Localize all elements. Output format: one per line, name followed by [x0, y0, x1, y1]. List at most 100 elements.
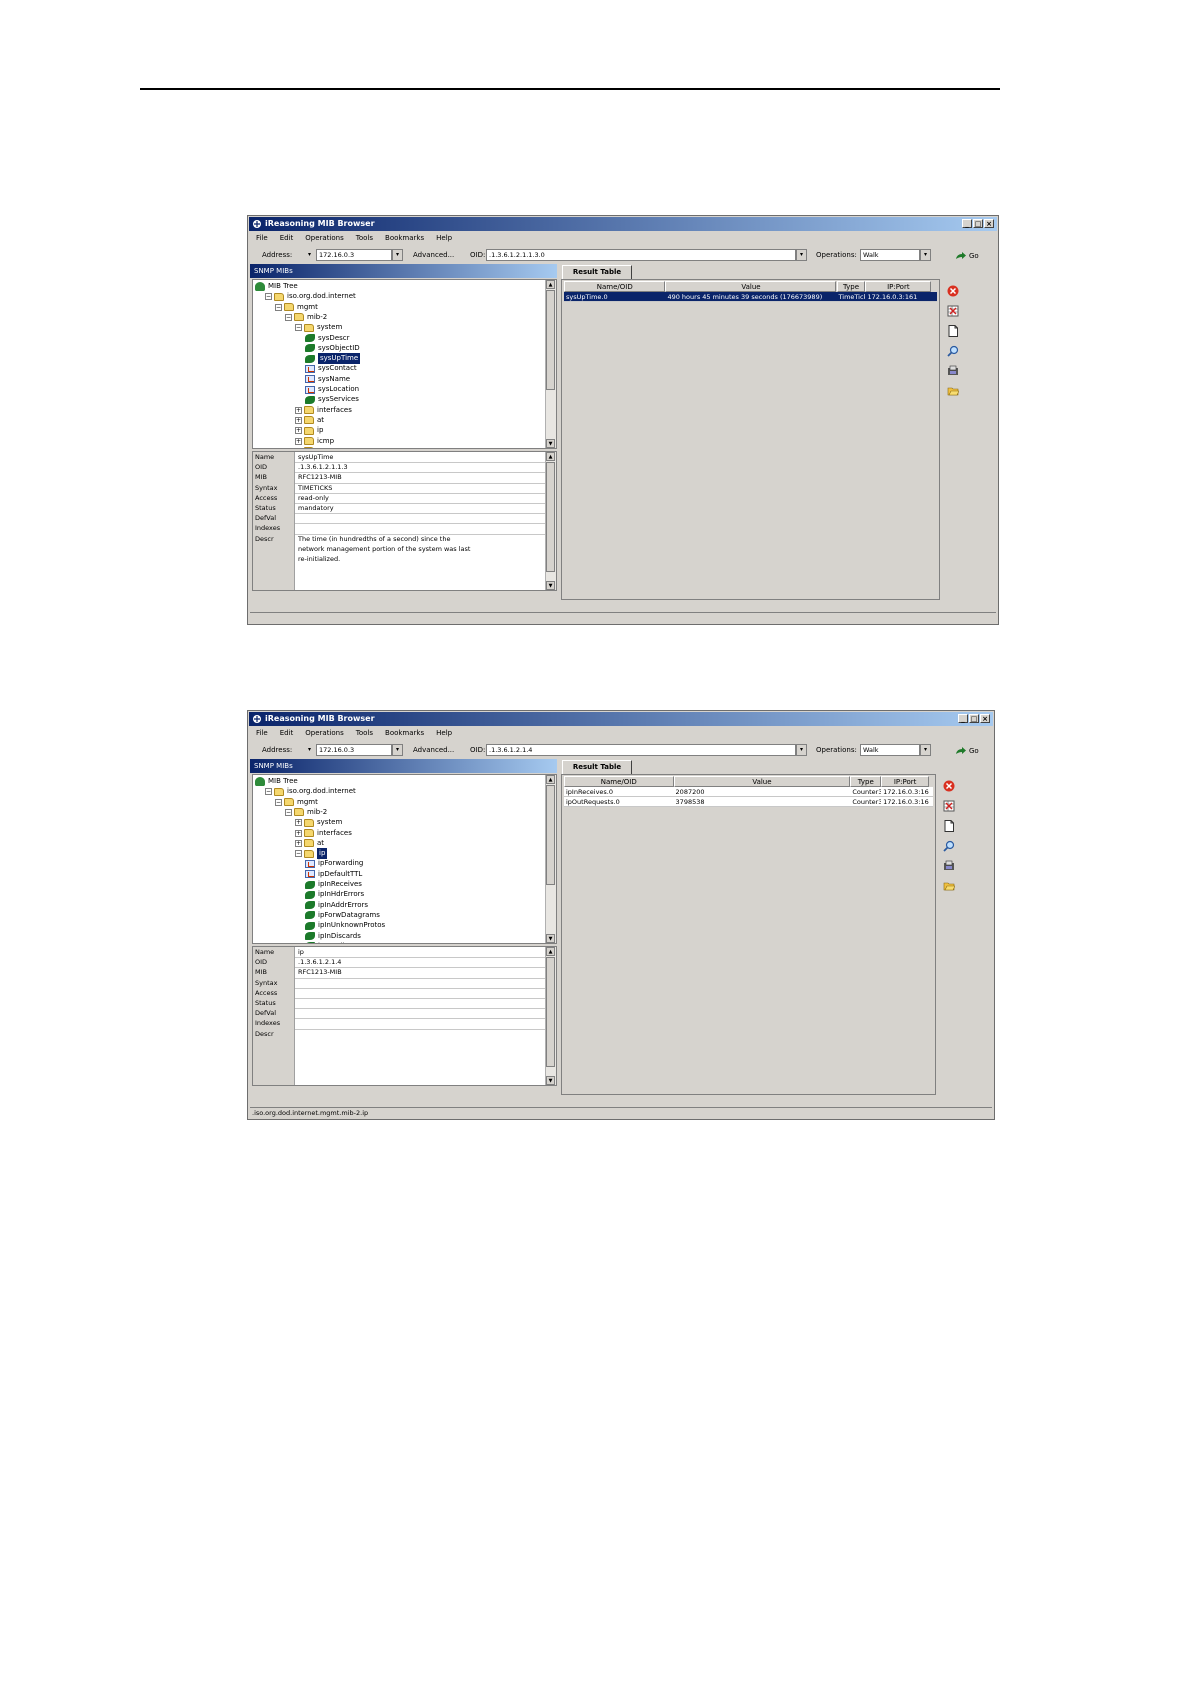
- address-input[interactable]: 172.16.0.3: [316, 249, 392, 261]
- go-button[interactable]: Go: [950, 743, 984, 758]
- menu-operations[interactable]: Operations: [305, 232, 343, 245]
- save-icon[interactable]: [943, 860, 955, 872]
- scroll-up-arrow[interactable]: ▲: [546, 452, 555, 461]
- mib-tree[interactable]: MIB Tree − iso.org.dod.internet − mgmt − mib-2…: [252, 774, 557, 944]
- collapse-icon[interactable]: −: [285, 313, 292, 321]
- advanced-button[interactable]: Advanced...: [408, 743, 459, 758]
- menu-file[interactable]: File: [256, 727, 268, 740]
- oid-dropdown-button[interactable]: ▾: [796, 249, 807, 261]
- go-button[interactable]: Go: [950, 248, 984, 263]
- open-folder-icon[interactable]: [943, 880, 955, 892]
- new-document-icon[interactable]: [947, 325, 959, 337]
- collapse-icon[interactable]: −: [295, 850, 302, 858]
- clear-table-icon[interactable]: [947, 305, 959, 317]
- operations-select[interactable]: Walk: [860, 744, 920, 756]
- menu-tools[interactable]: Tools: [356, 727, 373, 740]
- scroll-thumb[interactable]: [546, 957, 555, 1067]
- address-dropdown-button[interactable]: ▾: [392, 744, 403, 756]
- collapse-icon[interactable]: −: [265, 788, 272, 796]
- expand-icon[interactable]: +: [295, 447, 302, 448]
- address-input[interactable]: 172.16.0.3: [316, 744, 392, 756]
- save-icon[interactable]: [947, 365, 959, 377]
- menu-bookmarks[interactable]: Bookmarks: [385, 232, 424, 245]
- mib-tree[interactable]: MIB Tree − iso.org.dod.internet − mgmt − mib-2…: [252, 279, 557, 449]
- operations-select[interactable]: Walk: [860, 249, 920, 261]
- menu-edit[interactable]: Edit: [280, 727, 294, 740]
- maximize-button[interactable]: □: [969, 714, 979, 723]
- tab-result-table[interactable]: Result Table: [562, 265, 632, 279]
- property-row: Descr: [253, 1028, 546, 1085]
- menu-tools[interactable]: Tools: [356, 232, 373, 245]
- expand-icon[interactable]: +: [295, 406, 302, 414]
- menu-operations[interactable]: Operations: [305, 727, 343, 740]
- expand-icon[interactable]: +: [295, 829, 302, 837]
- collapse-icon[interactable]: −: [275, 798, 282, 806]
- expand-icon[interactable]: +: [295, 839, 302, 847]
- properties-scrollbar[interactable]: ▲ ▼: [545, 452, 556, 590]
- scroll-down-arrow[interactable]: ▼: [546, 1076, 555, 1085]
- maximize-button[interactable]: □: [973, 219, 983, 228]
- collapse-icon[interactable]: −: [295, 324, 302, 332]
- column-header-name-oid[interactable]: Name/OID: [564, 281, 666, 292]
- tree-scrollbar[interactable]: ▲ ▼: [545, 775, 556, 943]
- tree-node[interactable]: + tcp: [295, 446, 328, 448]
- column-header-value[interactable]: Value: [673, 776, 851, 787]
- address-history-arrow[interactable]: ▾: [308, 247, 311, 263]
- new-document-icon[interactable]: [943, 820, 955, 832]
- tab-result-table[interactable]: Result Table: [562, 760, 632, 774]
- operations-dropdown-button[interactable]: ▾: [920, 744, 931, 756]
- tree-scrollbar[interactable]: ▲ ▼: [545, 280, 556, 448]
- expand-icon[interactable]: +: [295, 819, 302, 827]
- scroll-thumb[interactable]: [546, 462, 555, 572]
- scroll-up-arrow[interactable]: ▲: [546, 280, 555, 289]
- menu-bookmarks[interactable]: Bookmarks: [385, 727, 424, 740]
- scroll-down-arrow[interactable]: ▼: [546, 439, 555, 448]
- close-window-button[interactable]: ×: [984, 219, 994, 228]
- column-header-type[interactable]: Type: [850, 776, 882, 787]
- find-icon[interactable]: [947, 345, 959, 357]
- expand-icon[interactable]: +: [295, 427, 302, 435]
- scroll-down-arrow[interactable]: ▼: [546, 581, 555, 590]
- collapse-icon[interactable]: −: [265, 293, 272, 301]
- collapse-icon[interactable]: −: [275, 303, 282, 311]
- column-header-name-oid[interactable]: Name/OID: [564, 776, 674, 787]
- row-type: TimeTicks: [838, 293, 866, 301]
- scroll-up-arrow[interactable]: ▲: [546, 775, 555, 784]
- oid-dropdown-button[interactable]: ▾: [796, 744, 807, 756]
- properties-scrollbar[interactable]: ▲ ▼: [545, 947, 556, 1085]
- column-header-type[interactable]: Type: [836, 281, 866, 292]
- stop-icon[interactable]: [947, 285, 959, 297]
- oid-input[interactable]: .1.3.6.1.2.1.4: [486, 744, 796, 756]
- scroll-down-arrow[interactable]: ▼: [546, 934, 555, 943]
- expand-icon[interactable]: +: [295, 416, 302, 424]
- collapse-icon[interactable]: −: [285, 808, 292, 816]
- stop-icon[interactable]: [943, 780, 955, 792]
- row-value: 2087200: [675, 788, 705, 796]
- oid-input[interactable]: .1.3.6.1.2.1.1.3.0: [486, 249, 796, 261]
- minimize-button[interactable]: _: [958, 714, 968, 723]
- expand-icon[interactable]: +: [295, 437, 302, 445]
- mib-properties-panel: Name ip OID .1.3.6.1.2.1.4 MIB RFC1213-MIB Syn…: [252, 946, 557, 1086]
- open-folder-icon[interactable]: [947, 385, 959, 397]
- scroll-up-arrow[interactable]: ▲: [546, 947, 555, 956]
- minimize-button[interactable]: _: [962, 219, 972, 228]
- column-header-ip-port[interactable]: IP:Port: [865, 281, 932, 292]
- menu-help[interactable]: Help: [436, 727, 452, 740]
- title-bar[interactable]: iReasoning MIB Browser _ □ ×: [249, 217, 997, 231]
- scroll-thumb[interactable]: [546, 290, 555, 390]
- find-icon[interactable]: [943, 840, 955, 852]
- column-header-value[interactable]: Value: [665, 281, 837, 292]
- clear-table-icon[interactable]: [943, 800, 955, 812]
- menu-edit[interactable]: Edit: [280, 232, 294, 245]
- close-window-button[interactable]: ×: [980, 714, 990, 723]
- column-header-ip-port[interactable]: IP:Port: [881, 776, 930, 787]
- address-dropdown-button[interactable]: ▾: [392, 249, 403, 261]
- advanced-button[interactable]: Advanced...: [408, 248, 459, 263]
- menu-file[interactable]: File: [256, 232, 268, 245]
- address-history-arrow[interactable]: ▾: [308, 742, 311, 758]
- scroll-thumb[interactable]: [546, 785, 555, 885]
- title-bar[interactable]: iReasoning MIB Browser _ □ ×: [249, 712, 993, 726]
- operations-dropdown-button[interactable]: ▾: [920, 249, 931, 261]
- menu-help[interactable]: Help: [436, 232, 452, 245]
- tree-node[interactable]: ipInDelivers: [305, 941, 359, 943]
